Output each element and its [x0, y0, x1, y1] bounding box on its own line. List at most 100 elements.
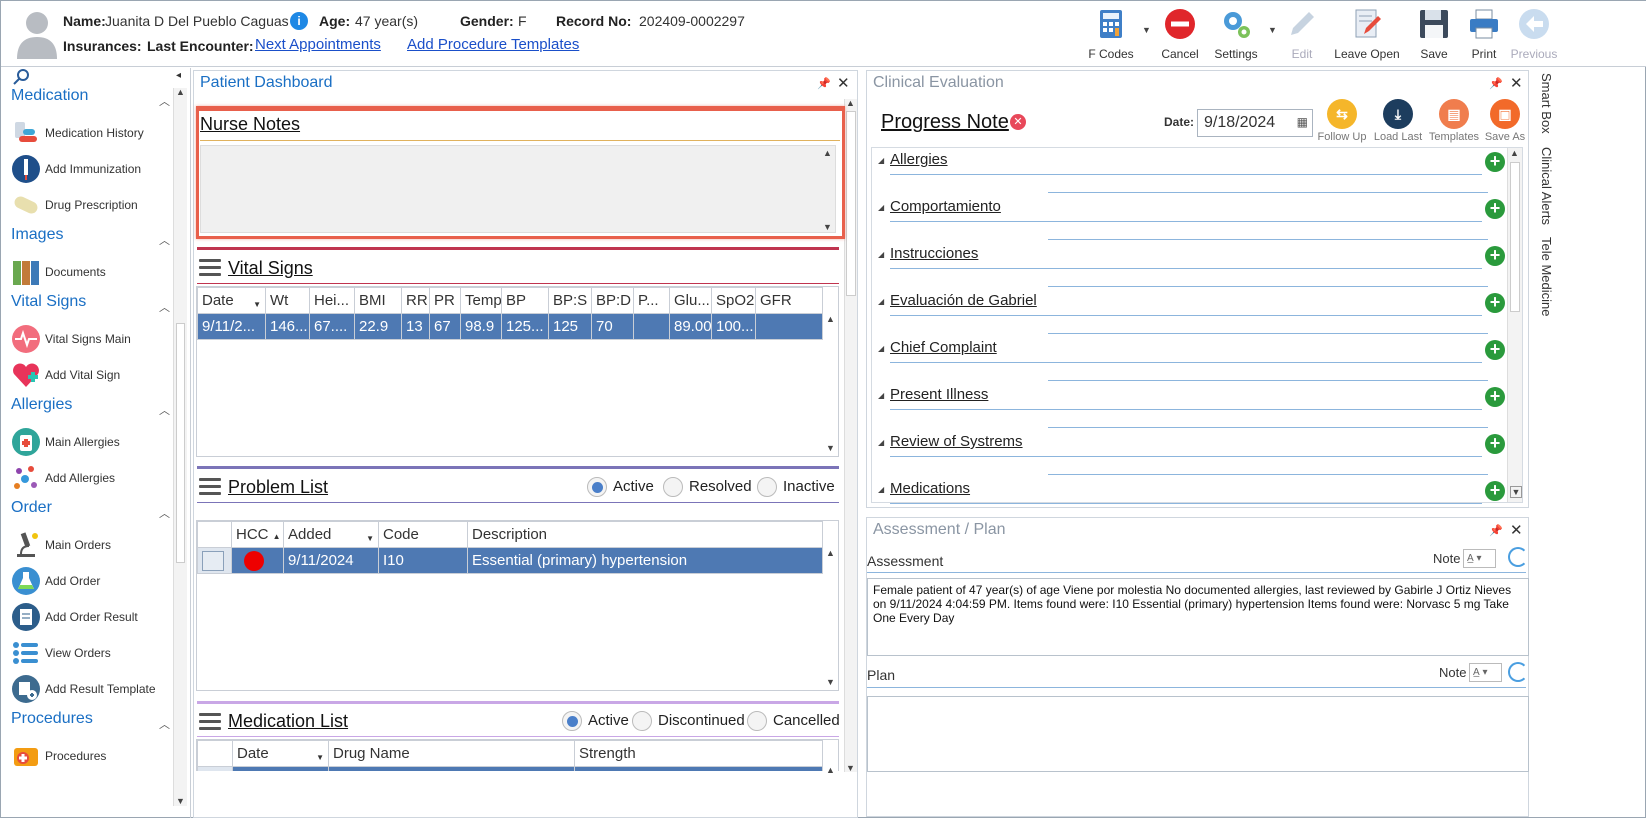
leave-open-button[interactable]: Leave Open	[1332, 5, 1402, 63]
plan-textarea[interactable]	[867, 696, 1529, 772]
expand-triangle-icon[interactable]: ◢	[878, 297, 884, 306]
tab-tele-medicine[interactable]: Tele Medicine	[1539, 237, 1554, 317]
column-header[interactable]: Hei...	[309, 287, 355, 314]
expand-triangle-icon[interactable]: ◢	[878, 438, 884, 447]
sort-dropdown-icon[interactable]: ▼	[253, 300, 261, 309]
chevron-up-icon[interactable]: ︿	[159, 716, 170, 732]
section-images[interactable]: Images	[11, 226, 63, 244]
filter-active-radio[interactable]: Active	[587, 477, 654, 497]
edit-button[interactable]: Edit	[1267, 5, 1337, 63]
column-header[interactable]: Date ▼	[197, 287, 266, 314]
previous-button[interactable]: Previous	[1499, 5, 1569, 63]
filter-discontinued-radio[interactable]: Discontinued	[632, 711, 745, 731]
nurse-notes-textarea[interactable]	[200, 145, 836, 233]
templates-button[interactable]: ▤ Templates	[1426, 99, 1482, 143]
column-header[interactable]: Wt	[265, 287, 310, 314]
column-header-drug-name[interactable]: Drug Name	[328, 740, 575, 767]
clinical-section[interactable]: ◢ Allergies +	[878, 151, 1518, 193]
sidebar-item-add-allergies[interactable]: Add Allergies	[11, 461, 171, 495]
pin-icon[interactable]: 📌	[1489, 524, 1503, 537]
column-header[interactable]: BP:D	[591, 287, 634, 314]
sidebar-item-view-orders[interactable]: View Orders	[11, 636, 171, 670]
add-entry-icon[interactable]: +	[1485, 152, 1505, 172]
sidebar-item-add-result-template[interactable]: Add Result Template	[11, 672, 171, 706]
load-last-button[interactable]: ⤓ Load Last	[1370, 99, 1426, 143]
save-as-button[interactable]: ▣ Save As	[1477, 99, 1533, 143]
column-header-hcc[interactable]: HCC ▲	[231, 521, 284, 548]
menu-icon[interactable]	[199, 713, 221, 731]
expand-triangle-icon[interactable]: ◢	[878, 344, 884, 353]
add-entry-icon[interactable]: +	[1485, 481, 1505, 501]
sidebar-item-add-vital-sign[interactable]: Add Vital Sign	[11, 358, 171, 392]
sidebar-item-main-orders[interactable]: Main Orders	[11, 528, 171, 562]
date-input[interactable]: 9/18/2024 ▦	[1197, 109, 1313, 137]
search-icon[interactable]	[11, 68, 31, 86]
filter-resolved-radio[interactable]: Resolved	[663, 477, 752, 497]
column-header-date[interactable]: Date ▼	[232, 740, 329, 767]
chevron-up-icon[interactable]: ︿	[159, 402, 170, 418]
column-header[interactable]: BP	[501, 287, 549, 314]
follow-up-button[interactable]: ⇆ Follow Up	[1314, 99, 1370, 143]
column-header[interactable]: SpO2	[711, 287, 756, 314]
calendar-icon[interactable]: ▦	[1297, 115, 1308, 129]
table-row[interactable]: 9/11/2024 I10 Essential (primary) hypert…	[197, 547, 823, 574]
clinical-section[interactable]: ◢ Instrucciones +	[878, 245, 1518, 287]
chevron-up-icon[interactable]: ︿	[159, 232, 170, 248]
clinical-section[interactable]: ◢ Evaluación de Gabriel +	[878, 292, 1518, 334]
column-header[interactable]: BMI	[354, 287, 402, 314]
sidebar-item-documents[interactable]: Documents	[11, 255, 171, 289]
add-entry-icon[interactable]: +	[1485, 340, 1505, 360]
row-selector[interactable]	[197, 547, 232, 574]
chevron-up-icon[interactable]: ︿	[159, 505, 170, 521]
refresh-icon[interactable]	[1508, 662, 1528, 682]
scroll-down-icon[interactable]: ▼	[826, 443, 835, 453]
column-header[interactable]: RR	[401, 287, 430, 314]
clinical-section[interactable]: ◢ Chief Complaint +	[878, 339, 1518, 381]
sidebar-scrollbar[interactable]: ▲ ▼	[173, 87, 187, 806]
clinical-section[interactable]: ◢ Medications +	[878, 480, 1518, 520]
tab-smart-box[interactable]: Smart Box	[1539, 73, 1554, 134]
pin-icon[interactable]: 📌	[1489, 77, 1503, 90]
sidebar-item-main-allergies[interactable]: Main Allergies	[11, 425, 171, 459]
expand-triangle-icon[interactable]: ◢	[878, 485, 884, 494]
menu-icon[interactable]	[199, 478, 221, 496]
filter-cancelled-radio[interactable]: Cancelled	[747, 711, 840, 731]
expand-triangle-icon[interactable]: ◢	[878, 156, 884, 165]
column-header-description[interactable]: Description	[467, 521, 823, 548]
add-entry-icon[interactable]: +	[1485, 199, 1505, 219]
chevron-up-icon[interactable]: ︿	[159, 299, 170, 315]
section-allergies[interactable]: Allergies	[11, 396, 72, 414]
column-header-code[interactable]: Code	[378, 521, 468, 548]
add-entry-icon[interactable]: +	[1485, 293, 1505, 313]
column-header[interactable]: P...	[633, 287, 670, 314]
next-appointments-link[interactable]: Next Appointments	[255, 36, 381, 53]
refresh-icon[interactable]	[1508, 547, 1528, 567]
info-icon[interactable]: i	[290, 12, 308, 30]
clinical-section[interactable]: ◢ Present Illness +	[878, 386, 1518, 428]
close-icon[interactable]: ✕	[837, 74, 850, 92]
column-header-strength[interactable]: Strength	[574, 740, 823, 767]
column-header[interactable]: BP:S	[548, 287, 592, 314]
section-medication[interactable]: Medication	[11, 87, 88, 105]
section-vital-signs[interactable]: Vital Signs	[11, 293, 86, 311]
remove-note-icon[interactable]: ✕	[1010, 114, 1026, 130]
section-order[interactable]: Order	[11, 499, 52, 517]
sidebar-item-medication-history[interactable]: Medication History	[11, 116, 171, 150]
column-header-added[interactable]: Added ▼	[283, 521, 379, 548]
filter-inactive-radio[interactable]: Inactive	[757, 477, 835, 497]
sidebar-item-add-order-result[interactable]: Add Order Result	[11, 600, 171, 634]
close-icon[interactable]: ✕	[1510, 521, 1523, 539]
column-header[interactable]: Temp	[460, 287, 502, 314]
close-icon[interactable]: ✕	[1510, 74, 1523, 92]
sidebar-item-add-order[interactable]: Add Order	[11, 564, 171, 598]
clinical-section[interactable]: ◢ Review of Systrems +	[878, 433, 1518, 475]
add-entry-icon[interactable]: +	[1485, 434, 1505, 454]
section-procedures[interactable]: Procedures	[11, 710, 93, 728]
dashboard-scrollbar[interactable]: ▲ ▼	[844, 98, 857, 773]
add-entry-icon[interactable]: +	[1485, 246, 1505, 266]
scroll-up-icon[interactable]: ▲	[826, 765, 835, 775]
scroll-up-icon[interactable]: ▲	[826, 314, 835, 324]
menu-icon[interactable]	[199, 259, 221, 277]
filter-active-radio[interactable]: Active	[562, 711, 629, 731]
column-header[interactable]: PR	[429, 287, 461, 314]
